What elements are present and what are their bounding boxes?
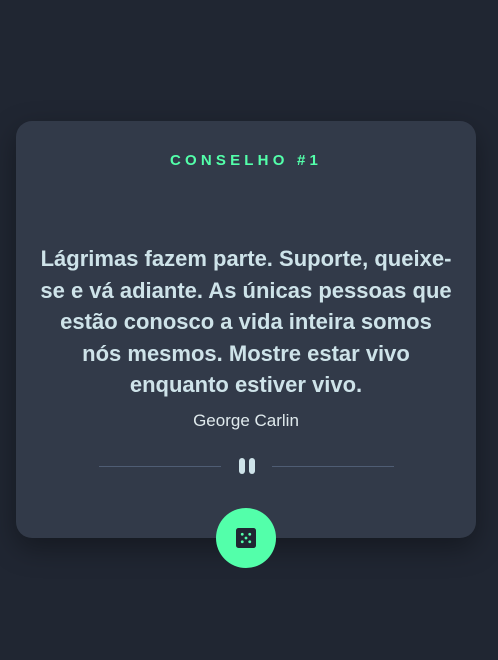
advice-title: CONSELHO #1 <box>169 152 323 169</box>
pause-icon <box>237 458 257 474</box>
pattern-divider <box>99 458 394 474</box>
advice-card: CONSELHO #1 Lágrimas fazem parte. Suport… <box>16 121 476 538</box>
new-advice-button[interactable] <box>216 508 276 568</box>
divider-line-right <box>272 466 394 467</box>
advice-quote: Lágrimas fazem parte. Suporte, queixe-se… <box>40 246 452 397</box>
advice-author: George Carlin <box>193 411 299 430</box>
divider-line-left <box>99 466 221 467</box>
dice-icon <box>236 528 256 548</box>
